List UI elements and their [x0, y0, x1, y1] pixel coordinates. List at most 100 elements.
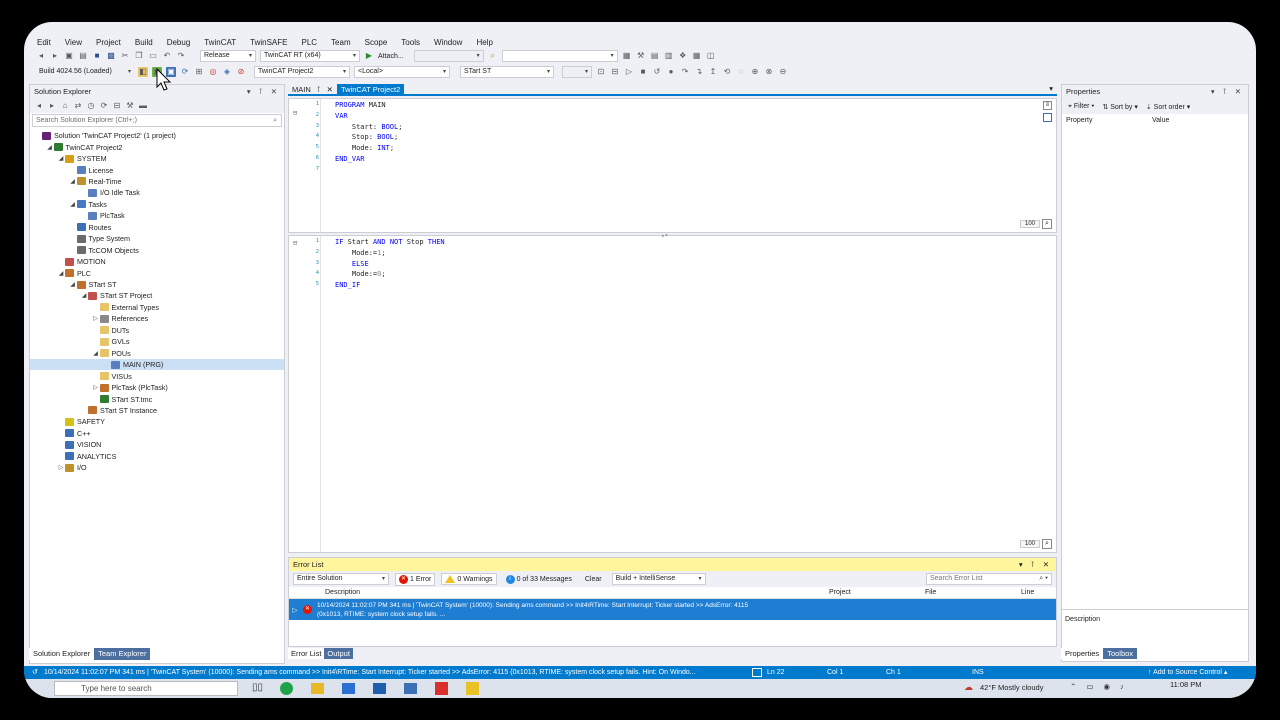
- grid-icon[interactable]: ▦: [692, 51, 702, 61]
- app-icon[interactable]: [404, 683, 417, 694]
- tree-item-type-system[interactable]: Type System: [30, 233, 284, 244]
- save-icon[interactable]: ■: [92, 51, 102, 61]
- tab-properties[interactable]: Properties: [1061, 648, 1104, 659]
- target-icon[interactable]: ◎: [208, 67, 218, 77]
- toolbox-icon[interactable]: ▦: [622, 51, 632, 61]
- tab-overflow-icon[interactable]: ▾: [1049, 84, 1057, 94]
- free-run-icon[interactable]: ◈: [222, 67, 232, 77]
- pin-icon[interactable]: ⊺: [317, 84, 321, 94]
- toggle-icon[interactable]: ⊘: [236, 67, 246, 77]
- tree-item-c[interactable]: C++: [30, 428, 284, 439]
- reload-icon[interactable]: ⟳: [180, 67, 190, 77]
- new-project-icon[interactable]: ▣: [64, 51, 74, 61]
- panel-controls[interactable]: ▾ ⊺ ✕: [247, 85, 284, 99]
- build-version-dropdown[interactable]: Build 4024.56 (Loaded) ▾: [36, 66, 134, 78]
- cycle-icon[interactable]: ⟲: [722, 67, 732, 77]
- scan-icon[interactable]: ⊞: [194, 67, 204, 77]
- home-icon[interactable]: ⌂: [60, 101, 70, 111]
- declaration-editor[interactable]: 1 2 3 4 5 6 7 PROGRAM MAIN VAR Start: BOOL; Sto…: [288, 98, 1057, 233]
- file-column-header[interactable]: File: [925, 587, 1021, 598]
- solution-platform-dropdown[interactable]: ▾: [413, 50, 484, 62]
- play-icon[interactable]: ▶: [364, 51, 374, 61]
- reset-icon[interactable]: ↺: [652, 67, 662, 77]
- mail-icon[interactable]: [373, 683, 386, 694]
- window-icon[interactable]: ▤: [650, 51, 660, 61]
- tree-item-references[interactable]: ▷ References: [30, 313, 284, 324]
- expand-toggle-icon[interactable]: ◢: [46, 144, 54, 151]
- red-app-icon[interactable]: [435, 682, 448, 695]
- menu-tools[interactable]: Tools: [394, 38, 427, 47]
- preview-icon[interactable]: ▬: [138, 101, 148, 111]
- twincat-app-icon[interactable]: [466, 682, 479, 695]
- zoom-level[interactable]: 100: [1019, 540, 1040, 548]
- tab-twincat-project[interactable]: TwinCAT Project2: [336, 84, 405, 94]
- tree-item-i-o-idle-task[interactable]: I/O Idle Task: [30, 187, 284, 198]
- tree-item-license[interactable]: License: [30, 164, 284, 175]
- zoom-level[interactable]: 100: [1019, 220, 1040, 228]
- tree-item-plctask[interactable]: PlcTask: [30, 210, 284, 221]
- project-column-header[interactable]: Project: [829, 587, 925, 598]
- tree-item-external-types[interactable]: External Types: [30, 302, 284, 313]
- tools-icon[interactable]: ▥: [664, 51, 674, 61]
- clear-button[interactable]: Clear: [581, 576, 606, 583]
- start-icon[interactable]: ▷: [624, 67, 634, 77]
- activate-config-icon[interactable]: ◧: [138, 67, 148, 77]
- menu-edit[interactable]: Edit: [30, 38, 58, 47]
- back-icon[interactable]: ◂: [36, 51, 46, 61]
- tab-solution-explorer[interactable]: Solution Explorer: [29, 648, 95, 660]
- description-column-header[interactable]: Description: [325, 587, 829, 598]
- tab-output[interactable]: Output: [324, 648, 353, 659]
- menu-team[interactable]: Team: [324, 38, 358, 47]
- tree-item-plc[interactable]: ◢ PLC: [30, 267, 284, 278]
- filter-button[interactable]: ⌖ Filter ▾: [1068, 103, 1094, 111]
- properties-icon[interactable]: ⚒: [125, 101, 135, 111]
- options-icon[interactable]: ◫: [706, 51, 716, 61]
- tree-item-safety[interactable]: SAFETY: [30, 416, 284, 427]
- panel-controls[interactable]: ▾ ⊺ ✕: [1019, 558, 1056, 571]
- force-icon[interactable]: ⊕: [750, 67, 760, 77]
- tree-item-gvls[interactable]: GVLs: [30, 336, 284, 347]
- forward-icon[interactable]: ▸: [50, 51, 60, 61]
- taskbar-search-input[interactable]: Type here to search: [54, 681, 238, 696]
- find-icon[interactable]: ⌕: [488, 51, 498, 61]
- weather-text[interactable]: 42°F Mostly cloudy: [980, 683, 1043, 692]
- collapse-icon[interactable]: ⊟: [293, 239, 297, 247]
- source-control-button[interactable]: ↑ Add to Source Control ▴: [1148, 666, 1227, 679]
- tree-item-duts[interactable]: DUTs: [30, 325, 284, 336]
- find-dropdown[interactable]: ▾: [501, 50, 618, 62]
- zoom-icon[interactable]: ⌕: [1042, 219, 1052, 229]
- splitter-handle[interactable]: ▴▾: [661, 232, 668, 239]
- file-explorer-icon[interactable]: [311, 683, 324, 694]
- menu-project[interactable]: Project: [89, 38, 128, 47]
- tree-item-solution-twincat-project2-1-project[interactable]: Solution 'TwinCAT Project2' (1 project): [30, 130, 284, 141]
- warnings-filter-button[interactable]: 0 Warnings: [441, 573, 497, 585]
- unforce-icon[interactable]: ⊖: [778, 67, 788, 77]
- menu-twinsafe[interactable]: TwinSAFE: [243, 38, 294, 47]
- sort-by-button[interactable]: ⇅ Sort by ▾: [1102, 103, 1137, 111]
- store-icon[interactable]: [342, 683, 355, 694]
- watch-icon[interactable]: ◌: [736, 67, 746, 77]
- plc-project-dropdown[interactable]: STart ST ▾: [460, 66, 554, 78]
- expand-toggle-icon[interactable]: ▷: [57, 464, 65, 471]
- error-row[interactable]: ▷ ✕ 10/14/2024 11:02:07 PM 341 ms | 'Twi…: [289, 599, 1056, 620]
- menu-build[interactable]: Build: [128, 38, 160, 47]
- tree-item-real-time[interactable]: ◢ Real-Time: [30, 176, 284, 187]
- expand-toggle-icon[interactable]: ▷: [92, 315, 100, 322]
- forward-icon[interactable]: ▸: [47, 101, 57, 111]
- expand-toggle-icon[interactable]: ◢: [57, 270, 65, 277]
- clock-time[interactable]: 11:08 PM: [1170, 680, 1202, 689]
- build-source-dropdown[interactable]: Build + IntelliSense ▾: [611, 573, 706, 585]
- tree-item-i-o[interactable]: ▷ I/O: [30, 462, 284, 473]
- implementation-editor[interactable]: 1 2 3 4 5 IF Start AND NOT Stop THEN Mode:=1…: [288, 232, 1057, 553]
- expand-toggle-icon[interactable]: ◢: [92, 350, 100, 357]
- tab-main[interactable]: MAIN ⊺ ✕: [288, 84, 337, 94]
- copy-icon[interactable]: ❐: [134, 51, 144, 61]
- tab-error-list[interactable]: Error List: [288, 648, 325, 659]
- step-out-icon[interactable]: ↥: [708, 67, 718, 77]
- collapse-all-icon[interactable]: ⊟: [112, 101, 122, 111]
- tree-item-vision[interactable]: VISION: [30, 439, 284, 450]
- target-system-dropdown[interactable]: <Local> ▾: [354, 66, 450, 78]
- tree-item-tccom-objects[interactable]: TcCOM Objects: [30, 245, 284, 256]
- tree-item-routes[interactable]: Routes: [30, 222, 284, 233]
- expand-toggle-icon[interactable]: ◢: [69, 281, 77, 288]
